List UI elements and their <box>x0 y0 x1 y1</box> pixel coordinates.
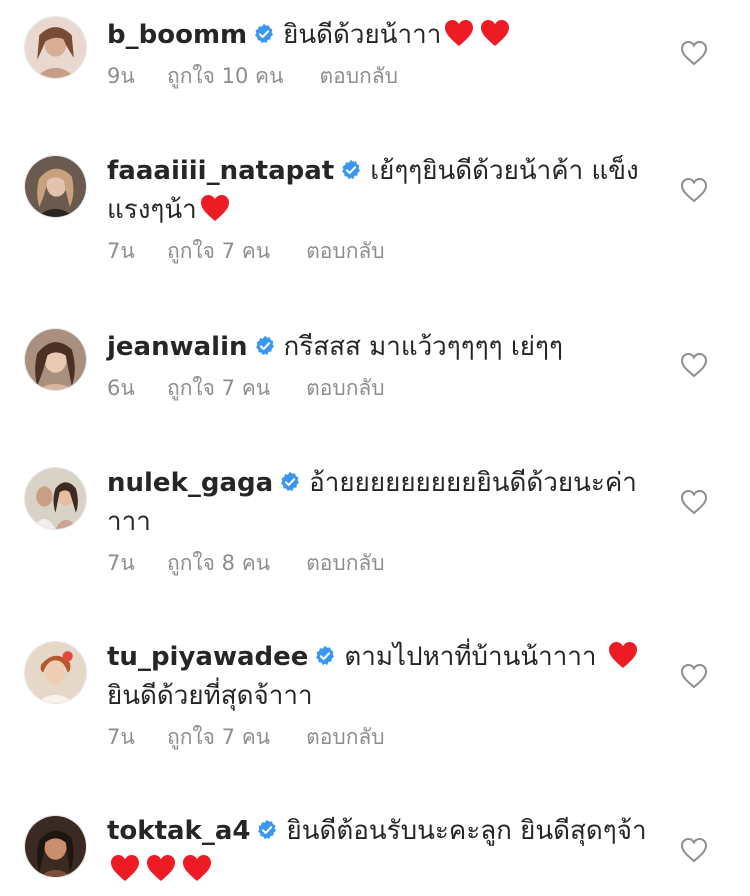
username-link[interactable]: toktak_a4 <box>107 816 250 846</box>
red-heart-emoji <box>481 20 510 46</box>
red-heart-emoji <box>183 855 211 881</box>
heart-outline-icon[interactable] <box>680 352 708 378</box>
reply-button[interactable]: ตอบกลับ <box>306 236 385 266</box>
reply-button[interactable]: ตอบกลับ <box>306 373 385 403</box>
heart-outline-icon[interactable] <box>680 40 708 66</box>
comment-meta: 9น ถูกใจ 10 คน ตอบกลับ <box>107 61 647 91</box>
like-count-link[interactable]: ถูกใจ 10 คน <box>167 61 283 91</box>
red-heart-emoji <box>147 855 175 881</box>
comment-body: ยินดีด้วยน้าาา <box>283 20 442 50</box>
reply-button[interactable]: ตอบกลับ <box>306 548 385 578</box>
comment-time: 6น <box>107 376 135 400</box>
username-link[interactable]: nulek_gaga <box>107 468 273 498</box>
comment-text: toktak_a4 ยินดีต้อนรับนะคะลูก ยินดีสุดๆจ้… <box>107 812 647 890</box>
red-heart-emoji <box>200 195 229 221</box>
avatar[interactable] <box>24 155 87 218</box>
verified-badge-icon <box>342 159 361 180</box>
verified-badge-icon <box>316 645 335 666</box>
comment-meta: 7น ถูกใจ 8 คน ตอบกลับ <box>107 548 647 578</box>
comment-time: 7น <box>107 239 135 263</box>
comment-meta: 7น ถูกใจ 7 คน ตอบกลับ <box>107 722 647 752</box>
avatar[interactable] <box>24 16 87 79</box>
verified-badge-icon <box>255 335 274 356</box>
username-link[interactable]: tu_piyawadee <box>107 642 308 672</box>
avatar[interactable] <box>24 467 87 530</box>
avatar[interactable] <box>24 815 87 878</box>
username-link[interactable]: faaaiiii_natapat <box>107 156 334 186</box>
like-count-link[interactable]: ถูกใจ 7 คน <box>167 373 270 403</box>
comment-text: faaaiiii_natapat เย้ๆๆยินดีด้วยน้าค้า แข็… <box>107 152 647 230</box>
verified-badge-icon <box>255 23 274 44</box>
comment-body: กรีสสส มาแว้วๆๆๆๆ เย่ๆๆ <box>283 332 563 362</box>
username-link[interactable]: jeanwalin <box>107 332 248 362</box>
comment-meta: 6น ถูกใจ 7 คน ตอบกลับ <box>107 373 647 403</box>
reply-button[interactable]: ตอบกลับ <box>319 61 398 91</box>
heart-outline-icon[interactable] <box>680 663 708 689</box>
verified-badge-icon <box>281 471 300 492</box>
like-count-link[interactable]: ถูกใจ 7 คน <box>167 722 270 752</box>
comment-time: 9น <box>107 64 135 88</box>
red-heart-emoji <box>111 855 139 881</box>
comment-time: 7น <box>107 551 135 575</box>
comment-body: ตามไปหาที่บ้านน้าาาา <box>344 642 597 672</box>
comment-body: ยินดีต้อนรับนะคะลูก ยินดีสุดๆจ้า <box>286 816 647 846</box>
red-heart-emoji <box>608 642 637 668</box>
comment-text: nulek_gaga อ้ายยยยยยยยยยินดีด้วยนะค่าาาา <box>107 464 647 542</box>
comment-text: jeanwalin กรีสสส มาแว้วๆๆๆๆ เย่ๆๆ <box>107 328 647 367</box>
comment-text: b_boomm ยินดีด้วยน้าาา <box>107 16 647 55</box>
red-heart-emoji <box>445 20 474 46</box>
comment-body-continued: ยินดีด้วยที่สุดจ้าาา <box>107 681 313 711</box>
verified-badge-icon <box>258 819 277 840</box>
reply-button[interactable]: ตอบกลับ <box>306 722 385 752</box>
comment-text: tu_piyawadee ตามไปหาที่บ้านน้าาาา ยินดีด้… <box>107 638 647 716</box>
comment-meta: 7น ถูกใจ 7 คน ตอบกลับ <box>107 236 647 266</box>
like-count-link[interactable]: ถูกใจ 8 คน <box>167 548 270 578</box>
avatar[interactable] <box>24 641 87 704</box>
avatar[interactable] <box>24 328 87 391</box>
heart-outline-icon[interactable] <box>680 177 708 203</box>
heart-outline-icon[interactable] <box>680 489 708 515</box>
comment-time: 7น <box>107 725 135 749</box>
comment-list: b_boomm ยินดีด้วยน้าาา 9น ถูกใจ 10 คน ตอบกล… <box>0 0 750 896</box>
like-count-link[interactable]: ถูกใจ 7 คน <box>167 236 270 266</box>
heart-outline-icon[interactable] <box>680 837 708 863</box>
username-link[interactable]: b_boomm <box>107 20 247 50</box>
